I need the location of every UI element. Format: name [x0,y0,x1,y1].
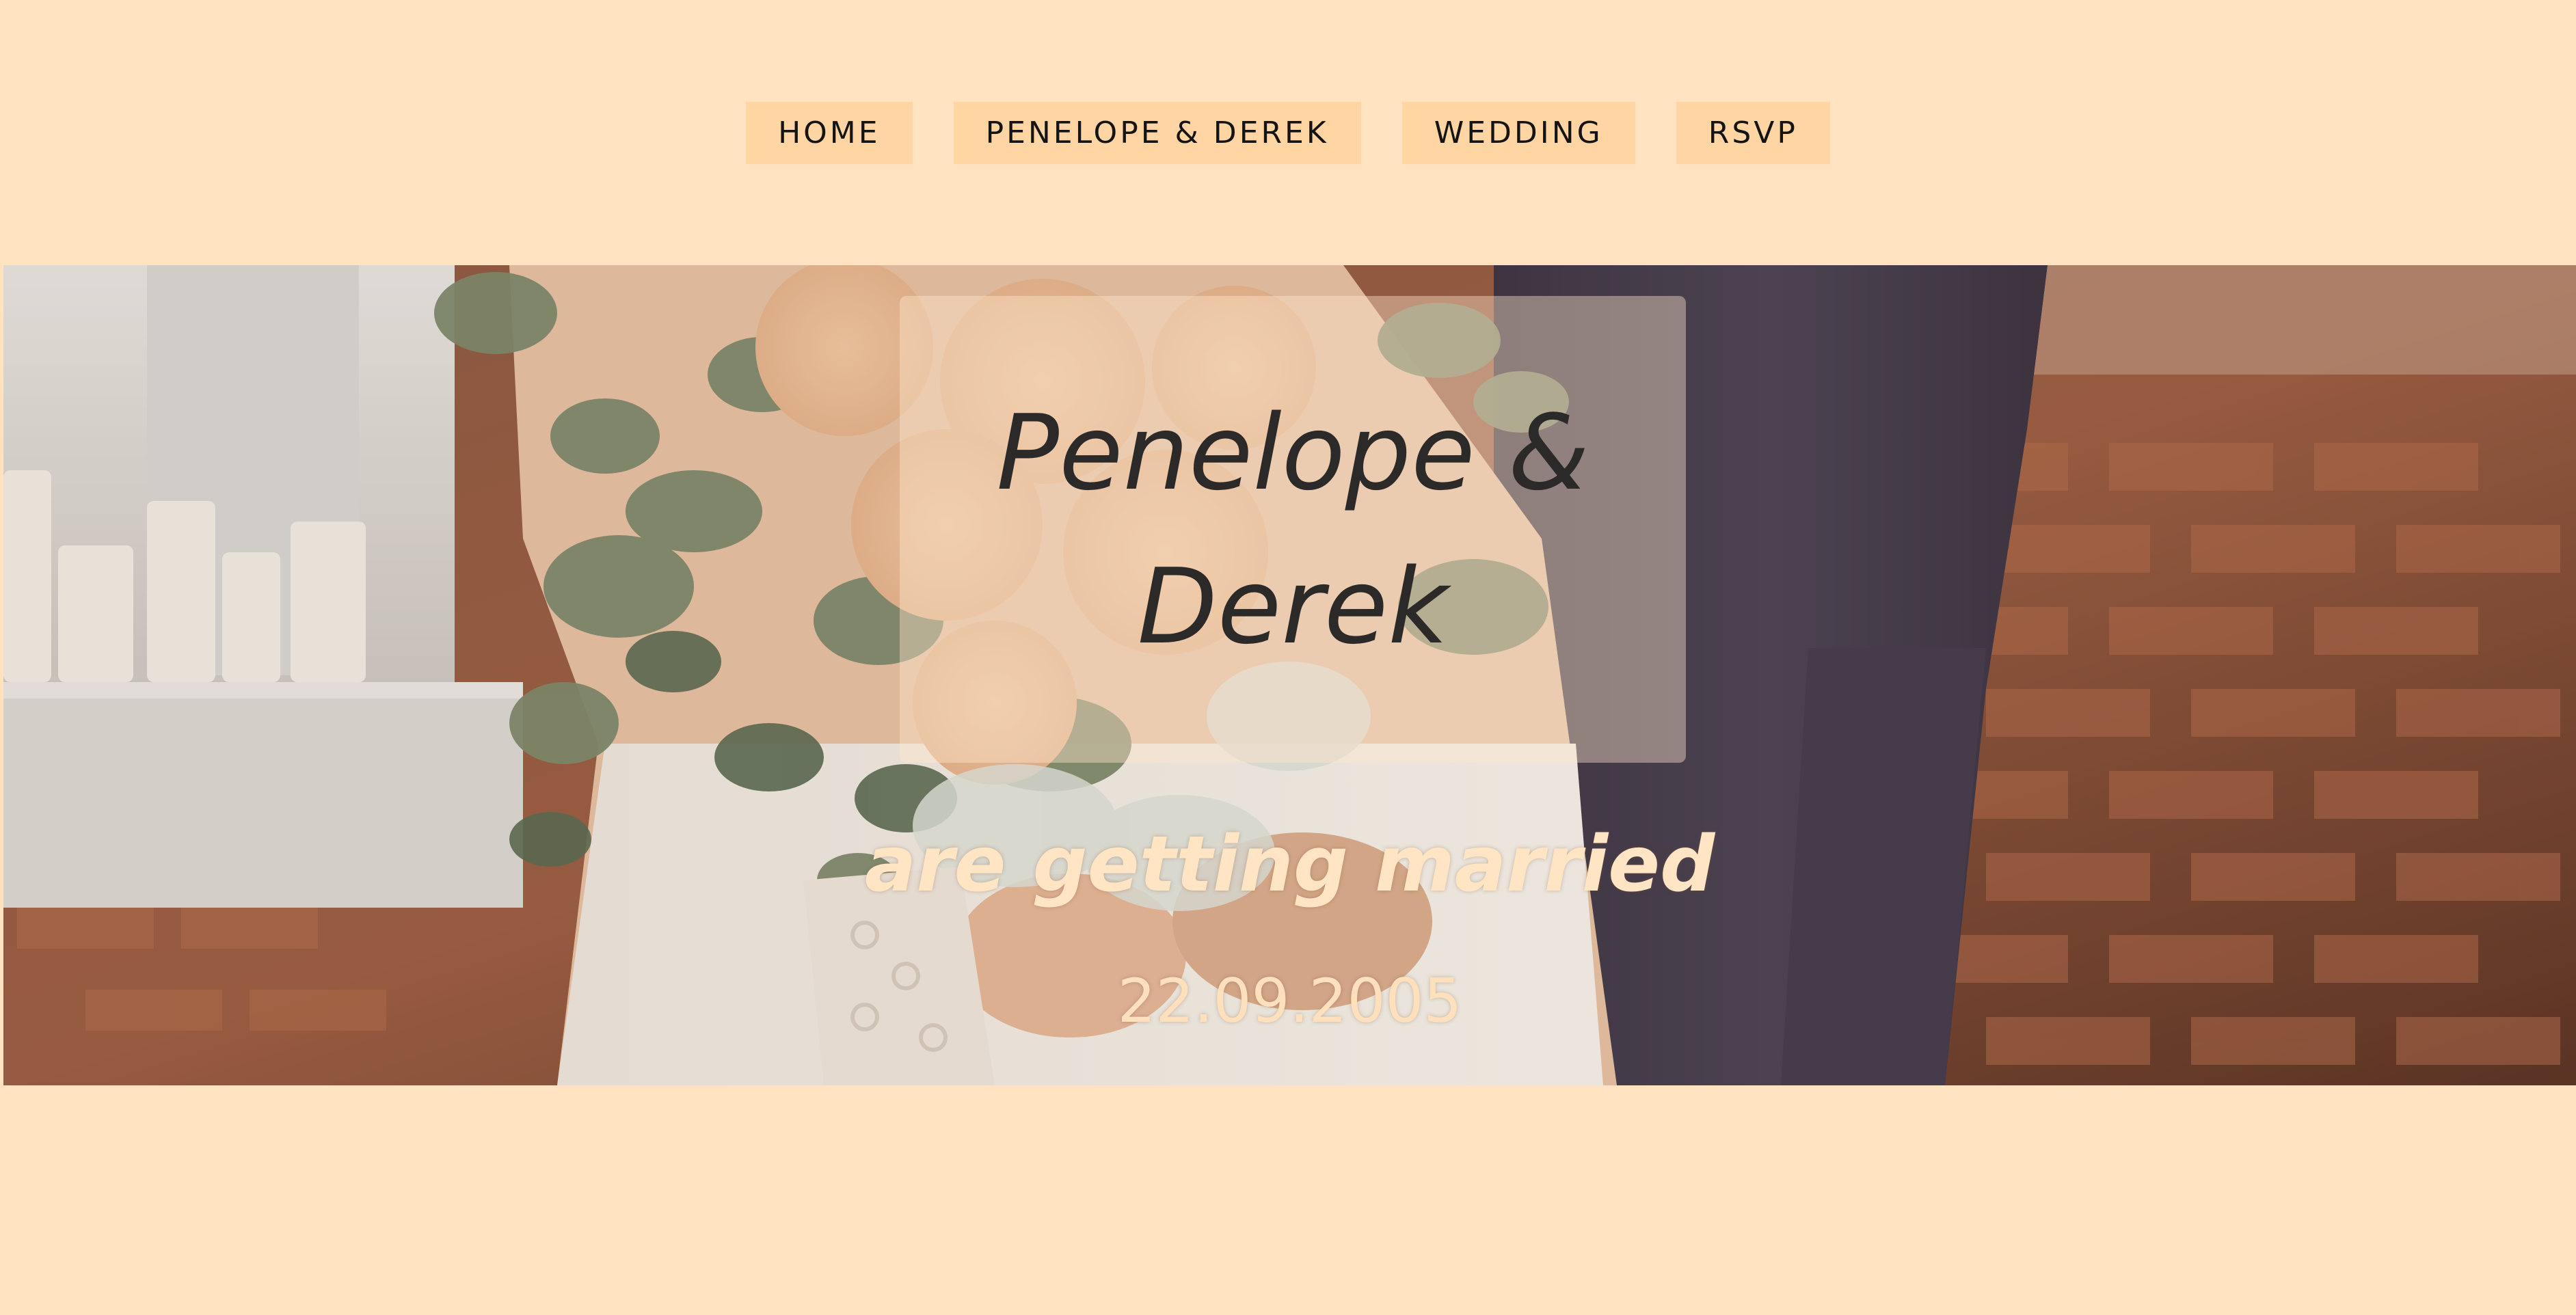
main-nav: HOME PENELOPE & DEREK WEDDING RSVP [0,102,2576,164]
nav-rsvp-link[interactable]: RSVP [1676,102,1830,164]
wedding-page: HOME PENELOPE & DEREK WEDDING RSVP Penel… [0,0,2576,1315]
nav-wedding-link[interactable]: WEDDING [1401,102,1635,164]
wedding-date: 22.09.2005 [1117,966,1462,1036]
couple-name-heading: Penelope & Derek [996,392,1589,667]
title-overlay: Penelope & Derek [900,296,1686,763]
hero-banner: Penelope & Derek are getting married 22.… [3,265,2576,1085]
tagline-text: are getting married [864,820,1715,909]
nav-home-link[interactable]: HOME [746,102,913,164]
nav-couple-link[interactable]: PENELOPE & DEREK [953,102,1361,164]
